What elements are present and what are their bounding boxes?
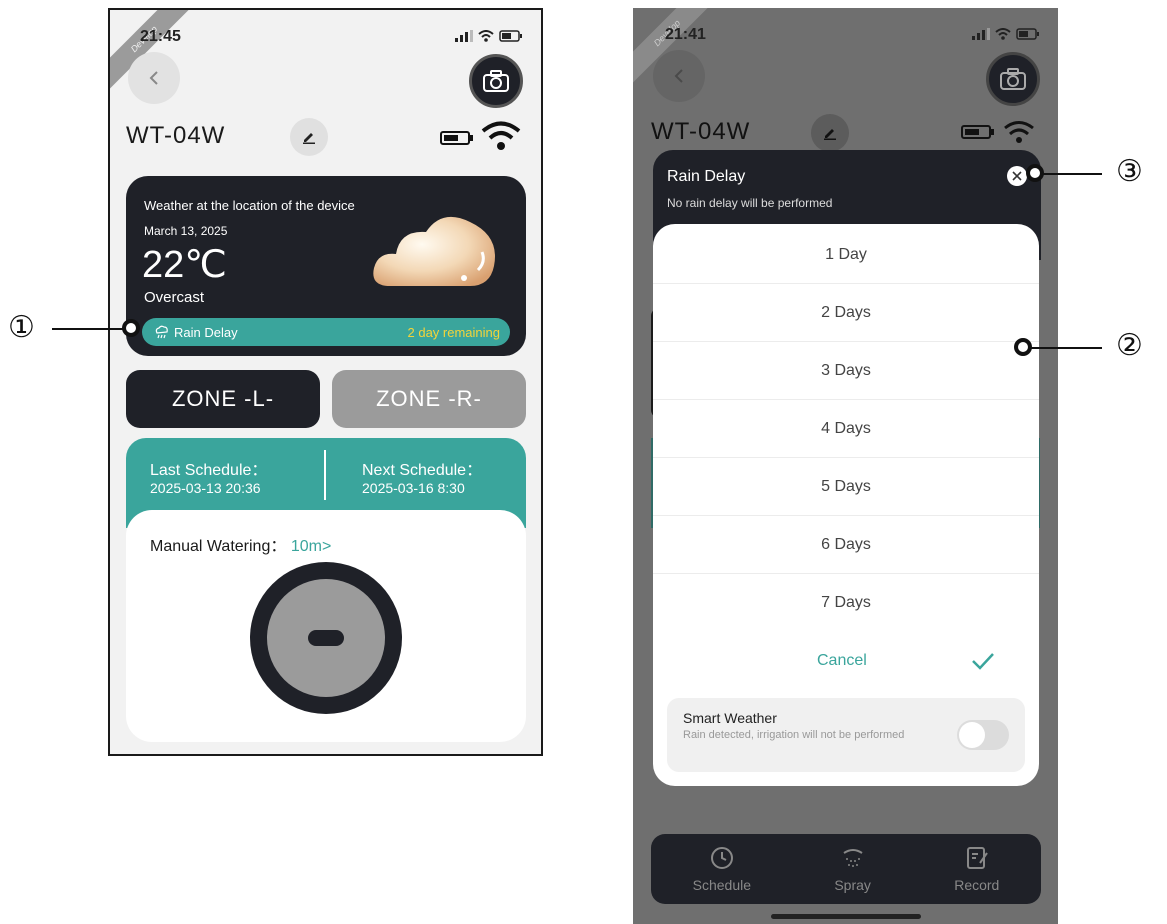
- callout-1-dot: [122, 319, 140, 337]
- rain-delay-left: Rain Delay: [154, 325, 238, 340]
- tab-spray[interactable]: Spray: [834, 845, 871, 893]
- bottom-tab-bar: Schedule Spray Record: [651, 834, 1041, 904]
- last-schedule-label: Last Schedule：: [150, 462, 268, 479]
- clock-icon: [710, 847, 733, 869]
- callout-2-line: [1030, 347, 1102, 349]
- next-schedule-value: 2025-03-16 8:30: [362, 480, 465, 496]
- option-3-days[interactable]: 3 Days: [653, 342, 1039, 400]
- zone-right-tab[interactable]: ZONE -R-: [332, 370, 526, 428]
- manual-row: Manual Watering： 10m>: [150, 532, 331, 556]
- edit-name-button-2[interactable]: [811, 114, 849, 152]
- manual-watering-label: Manual Watering：: [150, 538, 287, 555]
- rain-cloud-icon: [155, 325, 168, 339]
- watering-dial-inner: [267, 579, 385, 697]
- option-6-days[interactable]: 6 Days: [653, 516, 1039, 574]
- manual-watering-card: Manual Watering： 10m>: [126, 510, 526, 742]
- next-schedule-label: Next Schedule：: [362, 462, 483, 479]
- sheet-subtitle: No rain delay will be performed: [667, 196, 833, 210]
- weather-condition: Overcast: [144, 289, 205, 306]
- callout-1-line: [52, 328, 128, 330]
- signal-icon: [455, 30, 473, 42]
- battery-icon: [1016, 28, 1039, 40]
- rain-delay-remaining: 2 day remaining: [407, 324, 501, 340]
- camera-button[interactable]: [469, 54, 523, 108]
- device-wifi-icon-2: [1004, 121, 1034, 143]
- smart-weather-row: Smart Weather Rain detected, irrigation …: [667, 698, 1025, 772]
- smart-weather-desc: Rain detected, irrigation will not be pe…: [683, 729, 905, 741]
- status-icons: [455, 30, 523, 42]
- rain-delay-sheet: 1 Day 2 Days 3 Days 4 Days 5 Days 6 Days…: [653, 224, 1039, 786]
- wifi-icon: [478, 30, 494, 42]
- pencil-icon: [303, 133, 315, 144]
- spray-icon: [843, 849, 863, 867]
- tab-spray-label: Spray: [834, 877, 871, 893]
- cancel-button[interactable]: Cancel: [817, 652, 867, 670]
- wifi-icon: [995, 28, 1011, 40]
- zone-left-tab[interactable]: ZONE -L-: [126, 370, 320, 428]
- status-icons-2: [972, 28, 1040, 40]
- tab-schedule-label: Schedule: [692, 877, 752, 893]
- back-button[interactable]: [128, 52, 180, 104]
- tab-record[interactable]: Record: [954, 845, 999, 893]
- chevron-left-icon: [149, 71, 158, 85]
- cloud-icon: [373, 216, 495, 286]
- phone-screen-rain-delay: Develop 21:41 WT-04W Rain Delay No rain …: [633, 8, 1058, 924]
- rain-delay-bar[interactable]: Rain Delay 2 day remaining: [142, 318, 510, 346]
- last-schedule-value: 2025-03-13 20:36: [150, 480, 261, 496]
- back-button-2[interactable]: [653, 50, 705, 102]
- option-5-days[interactable]: 5 Days: [653, 458, 1039, 516]
- battery-icon: [499, 30, 522, 42]
- close-icon: [1012, 171, 1022, 181]
- callout-3-line: [1042, 173, 1102, 175]
- camera-button-2[interactable]: [986, 52, 1040, 106]
- rain-delay-label: Rain Delay: [174, 324, 238, 340]
- smart-weather-title: Smart Weather: [683, 710, 777, 726]
- watering-dial[interactable]: [250, 562, 402, 714]
- callout-2: ②: [1116, 328, 1143, 363]
- sheet-title: Rain Delay: [667, 168, 746, 185]
- device-name-2: WT-04W: [651, 118, 751, 145]
- phone-screen-home: Develop 21:45 WT-04W Weather at the loca…: [108, 8, 543, 756]
- weather-temperature: 22℃: [142, 244, 227, 286]
- option-1-day[interactable]: 1 Day: [653, 226, 1039, 284]
- toggle-knob: [959, 722, 985, 748]
- weather-date: March 13, 2025: [144, 224, 228, 238]
- option-list: 1 Day 2 Days 3 Days 4 Days 5 Days 6 Days…: [653, 224, 1039, 632]
- status-time-2: 21:41: [665, 26, 706, 43]
- tab-schedule[interactable]: Schedule: [693, 845, 751, 893]
- option-7-days[interactable]: 7 Days: [653, 574, 1039, 632]
- tab-record-label: Record: [954, 877, 1000, 893]
- record-icon: [966, 847, 988, 869]
- camera-icon: [483, 70, 509, 92]
- device-wifi-icon: [481, 121, 521, 150]
- option-2-days[interactable]: 2 Days: [653, 284, 1039, 342]
- callout-1: ①: [8, 310, 35, 345]
- option-4-days[interactable]: 4 Days: [653, 400, 1039, 458]
- callout-3: ③: [1116, 154, 1143, 189]
- chevron-left-icon: [674, 69, 683, 83]
- weather-card: Weather at the location of the device Ma…: [126, 176, 526, 356]
- signal-icon: [972, 28, 990, 40]
- schedule-divider: [324, 450, 326, 500]
- device-name: WT-04W: [126, 122, 226, 149]
- manual-watering-value[interactable]: 10m>: [291, 538, 331, 555]
- close-button[interactable]: [1007, 166, 1027, 186]
- device-battery-icon-2: [961, 125, 994, 139]
- confirm-check-icon[interactable]: [971, 652, 995, 670]
- edit-name-button[interactable]: [290, 118, 328, 156]
- stop-icon: [308, 630, 344, 646]
- camera-icon: [1000, 68, 1026, 90]
- smart-weather-toggle[interactable]: [957, 720, 1009, 750]
- status-time: 21:45: [140, 28, 181, 45]
- weather-heading: Weather at the location of the device: [144, 198, 355, 213]
- pencil-icon: [824, 129, 836, 140]
- device-battery-icon: [440, 131, 473, 145]
- home-indicator: [771, 914, 921, 919]
